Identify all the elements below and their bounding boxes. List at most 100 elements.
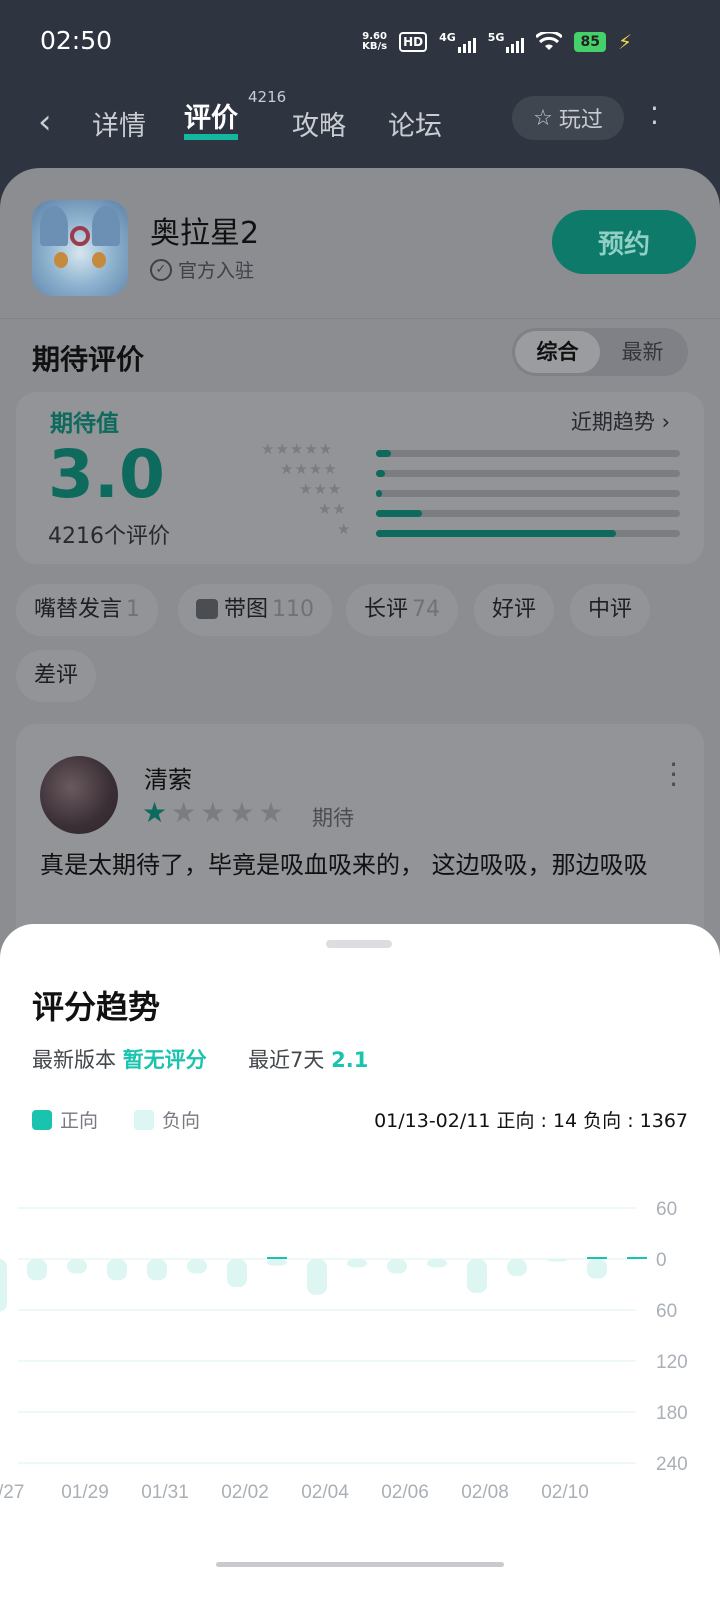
filter-chip-spokesperson[interactable]: 嘴替发言 1: [16, 584, 159, 636]
tab-guides[interactable]: 攻略: [292, 104, 346, 143]
tab-reviews[interactable]: 评价: [184, 104, 238, 140]
more-vertical-icon[interactable]: · ·: [650, 95, 659, 137]
bar-negative[interactable]: [267, 1259, 287, 1266]
rating-bar-track: [376, 490, 680, 497]
filter-chip-long-review[interactable]: 长评 74: [346, 584, 459, 636]
sort-toggle: 综合 最新: [512, 328, 688, 376]
rating-score: 3.0: [48, 436, 165, 513]
rating-bar-5-star: ★★★★★: [246, 440, 686, 460]
charging-icon: ⚡: [617, 30, 632, 54]
recent-7-days-rating: 2.1: [331, 1048, 369, 1072]
bar-negative[interactable]: [467, 1259, 487, 1293]
bar-positive[interactable]: [587, 1257, 607, 1259]
rating-bar-track: [376, 470, 680, 477]
back-icon[interactable]: ‹: [38, 102, 52, 142]
review-user-name[interactable]: 清萦: [144, 760, 192, 795]
bar-negative[interactable]: [107, 1259, 127, 1281]
star-icons: ★: [337, 520, 352, 538]
filter-chip-neutral[interactable]: 中评: [570, 584, 651, 636]
sort-option-comprehensive[interactable]: 综合: [515, 331, 600, 373]
review-star-rating: ★★★★★: [142, 796, 288, 829]
status-bar: 02:50 9.60 KB/s HD 4G 5G 85 ⚡: [0, 0, 720, 84]
filter-chip-negative[interactable]: 差评: [16, 650, 97, 702]
rating-label: 期待值: [50, 411, 119, 437]
network-speed: 9.60 KB/s: [362, 31, 388, 52]
rating-bar-3-star: ★★★: [246, 480, 686, 500]
trend-chart[interactable]: 60 0 60 120 180 240/27 01/29 01/31 02/02 02/04 02/…: [0, 1174, 720, 1534]
bar-negative[interactable]: [307, 1259, 327, 1295]
rating-bar-1-star: ★: [246, 520, 686, 540]
avatar[interactable]: [40, 756, 118, 834]
bar-negative[interactable]: [67, 1259, 87, 1274]
bar-negative[interactable]: [27, 1259, 47, 1281]
more-vertical-icon[interactable]: · · ·: [669, 751, 678, 799]
home-indicator[interactable]: [216, 1562, 504, 1567]
x-tick-label: 01/29: [61, 1482, 109, 1503]
bar-negative[interactable]: [507, 1259, 527, 1276]
rating-bar-fill: [376, 490, 383, 497]
legend-positive: 正向: [60, 1110, 99, 1132]
sheet-title: 评分趋势: [32, 988, 161, 1026]
rating-bar-track: [376, 510, 680, 517]
official-badge: ✓ 官方入驻: [150, 256, 254, 283]
image-icon: [196, 599, 218, 619]
tab-details[interactable]: 详情: [92, 104, 146, 143]
rating-bar-track: [376, 530, 680, 537]
filter-chip-with-image[interactable]: 带图 110: [178, 584, 333, 636]
rating-summary-card: 期待值 3.0 4216个评价 近期趋势 › ★★★★★ ★★★★ ★★★ ★★ ★: [16, 392, 704, 564]
star-icons: ★★★★: [280, 460, 338, 478]
bar-negative[interactable]: [227, 1259, 247, 1288]
y-tick-label: 180: [656, 1403, 688, 1424]
bar-positive[interactable]: [627, 1257, 647, 1259]
game-icon: [32, 200, 128, 296]
bar-negative[interactable]: [587, 1259, 607, 1279]
y-tick-label: 120: [656, 1352, 688, 1373]
rating-count: 4216个评价: [48, 524, 170, 549]
x-tick-label: 01/31: [141, 1482, 189, 1503]
review-tag: 期待: [312, 806, 354, 830]
sheet-summary: 最新版本 暂无评分 最近7天 2.1: [32, 1048, 369, 1072]
bar-negative[interactable]: [187, 1259, 207, 1274]
bar-negative[interactable]: [387, 1259, 407, 1274]
rating-bar-fill: [376, 510, 422, 517]
bar-negative[interactable]: [147, 1259, 167, 1281]
x-tick-label: 02/10: [541, 1482, 589, 1503]
game-header: 奥拉星2 ✓ 官方入驻 预约: [0, 168, 720, 319]
rating-bar-fill: [376, 450, 392, 457]
y-tick-label: 60: [656, 1301, 677, 1322]
x-tick-label: /27: [0, 1482, 24, 1503]
legend-swatch-negative: [134, 1109, 155, 1130]
hd-icon: HD: [399, 32, 428, 52]
filter-chip-positive[interactable]: 好评: [474, 584, 555, 636]
recent-trend-link[interactable]: 近期趋势 ›: [571, 406, 670, 436]
rating-bar-4-star: ★★★★: [246, 460, 686, 480]
rating-bar-track: [376, 450, 680, 457]
x-tick-label: 02/04: [301, 1482, 349, 1503]
bar-negative[interactable]: [547, 1259, 567, 1262]
reserve-button[interactable]: 预约: [552, 210, 696, 274]
played-button[interactable]: ☆ 玩过: [512, 96, 624, 140]
y-tick-label: 240: [656, 1454, 688, 1475]
top-nav: ‹ 详情 评价 4216 攻略 论坛 ☆ 玩过 · ·: [0, 84, 720, 164]
sheet-drag-handle[interactable]: [326, 940, 392, 948]
x-tick-label: 02/08: [461, 1482, 509, 1503]
signal-5g-icon: 5G: [488, 31, 525, 53]
tab-forum[interactable]: 论坛: [388, 104, 442, 143]
x-tick-label: 02/06: [381, 1482, 429, 1503]
bar-positive[interactable]: [267, 1257, 287, 1259]
game-name: 奥拉星2: [150, 216, 260, 251]
status-time: 02:50: [40, 26, 113, 55]
bar-negative[interactable]: [0, 1259, 7, 1312]
latest-version-rating: 暂无评分: [122, 1048, 207, 1072]
star-icons: ★★★: [299, 480, 343, 498]
chart-legend: 正向 负向: [32, 1106, 200, 1133]
review-text: 真是太期待了，毕竟是吸血吸来的， 这边吸吸，那边吸吸: [40, 851, 648, 879]
bar-negative[interactable]: [347, 1259, 367, 1268]
bar-negative[interactable]: [427, 1259, 447, 1268]
sort-option-latest[interactable]: 最新: [600, 331, 685, 373]
star-icons: ★★★★★: [261, 440, 334, 458]
legend-swatch-positive: [32, 1109, 52, 1130]
status-icons: 9.60 KB/s HD 4G 5G 85 ⚡: [362, 30, 632, 54]
tab-review-count: 4216: [248, 88, 287, 106]
signal-4g-icon: 4G: [439, 31, 476, 53]
